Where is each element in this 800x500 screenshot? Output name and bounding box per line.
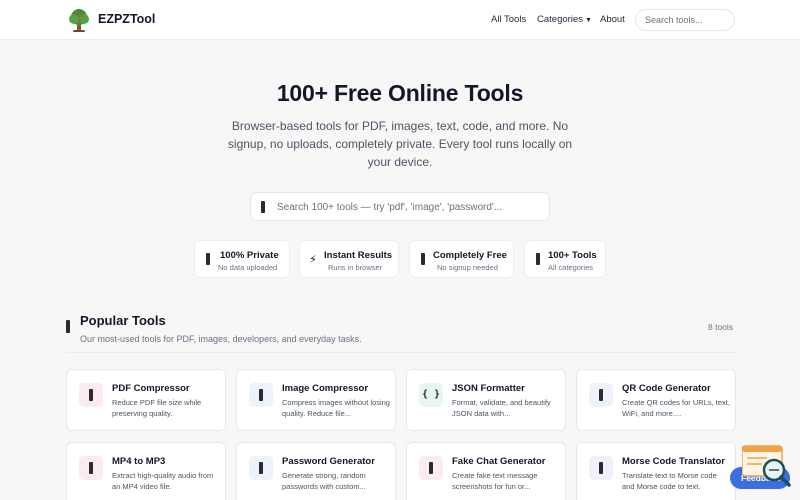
nav-categories-label: Categories	[537, 14, 583, 25]
tool-description: Create QR codes for URLs, text, WiFi, an…	[622, 398, 730, 418]
tool-card-mp4-to-mp3[interactable]: MP4 to MP3 Extract high-quality audio fr…	[66, 442, 226, 500]
lock-icon	[203, 253, 213, 267]
section-subtitle: Our most-used tools for PDF, images, dev…	[80, 334, 362, 344]
chat-icon	[419, 456, 443, 480]
feature-title: Instant Results	[324, 250, 393, 261]
key-icon	[249, 456, 273, 480]
tool-title: QR Code Generator	[622, 383, 711, 394]
site-header: EZPZTool All Tools Categories ▼ About	[0, 0, 800, 40]
feature-free: Completely Free No signup needed	[409, 240, 514, 278]
tag-icon	[418, 253, 428, 267]
tool-card-image-compressor[interactable]: Image Compressor Compress images without…	[236, 369, 396, 431]
tool-description: Format, validate, and beautify JSON data…	[452, 398, 551, 418]
nav-about[interactable]: About	[600, 14, 625, 25]
tool-title: Fake Chat Generator	[452, 456, 546, 467]
section-title: Popular Tools	[80, 313, 166, 328]
morse-icon	[589, 456, 613, 480]
header-search-input[interactable]	[635, 9, 735, 31]
tool-card-json-formatter[interactable]: { } JSON Formatter Format, validate, and…	[406, 369, 566, 431]
feature-instant: ⚡ Instant Results Runs in browser	[299, 240, 399, 278]
qr-icon	[589, 383, 613, 407]
tool-description: Reduce PDF file size while preserving qu…	[112, 398, 202, 418]
hero-subtitle: Browser-based tools for PDF, images, tex…	[227, 119, 573, 169]
audio-icon	[79, 456, 103, 480]
feature-tools: 100+ Tools All categories	[524, 240, 606, 278]
feature-private: 100% Private No data uploaded	[194, 240, 290, 278]
nav-categories[interactable]: Categories ▼	[537, 14, 592, 25]
tree-logo-icon[interactable]	[66, 7, 92, 33]
braces-icon: { }	[419, 383, 443, 407]
tool-title: MP4 to MP3	[112, 456, 166, 467]
tool-description: Create fake text message screenshots for…	[452, 471, 538, 491]
feature-title: 100% Private	[220, 250, 279, 261]
feature-title: Completely Free	[433, 250, 507, 261]
tool-title: Image Compressor	[282, 383, 369, 394]
feature-subtitle: All categories	[548, 263, 594, 272]
tool-description: Compress images without losing quality. …	[282, 398, 390, 418]
tool-title: Password Generator	[282, 456, 375, 467]
main-search-box[interactable]	[250, 192, 550, 221]
caret-down-icon: ▼	[584, 17, 592, 24]
feature-subtitle: No data uploaded	[218, 263, 278, 272]
lightning-icon: ⚡	[309, 254, 317, 266]
braces-glyph: { }	[421, 389, 441, 400]
image-icon	[249, 383, 273, 407]
tool-title: Morse Code Translator	[622, 456, 725, 467]
feature-subtitle: Runs in browser	[328, 263, 383, 272]
tool-card-fake-chat-generator[interactable]: Fake Chat Generator Create fake text mes…	[406, 442, 566, 500]
tool-description: Translate text to Morse code and Morse c…	[622, 471, 717, 491]
tool-count: 8 tools	[708, 322, 734, 332]
feature-subtitle: No signup needed	[437, 263, 498, 272]
tool-title: JSON Formatter	[452, 383, 525, 394]
tool-description: Generate strong, random passwords with c…	[282, 471, 366, 491]
feature-title: 100+ Tools	[548, 250, 597, 261]
pdf-icon	[79, 383, 103, 407]
tool-card-password-generator[interactable]: Password Generator Generate strong, rand…	[236, 442, 396, 500]
star-icon	[66, 320, 70, 333]
tool-card-morse-code-translator[interactable]: Morse Code Translator Translate text to …	[576, 442, 736, 500]
grid-icon	[533, 253, 543, 267]
nav-all-tools[interactable]: All Tools	[491, 14, 526, 25]
tool-description: Extract high-quality audio from an MP4 v…	[112, 471, 214, 491]
brand-name[interactable]: EZPZTool	[98, 12, 155, 26]
tool-card-pdf-compressor[interactable]: PDF Compressor Reduce PDF file size whil…	[66, 369, 226, 431]
feedback-magnifier-icon[interactable]	[742, 445, 792, 490]
tool-card-qr-code-generator[interactable]: QR Code Generator Create QR codes for UR…	[576, 369, 736, 431]
tool-title: PDF Compressor	[112, 383, 190, 394]
page-title: 100+ Free Online Tools	[276, 80, 524, 106]
divider	[66, 352, 736, 353]
main-search-input[interactable]	[277, 197, 543, 217]
search-icon	[261, 201, 265, 213]
